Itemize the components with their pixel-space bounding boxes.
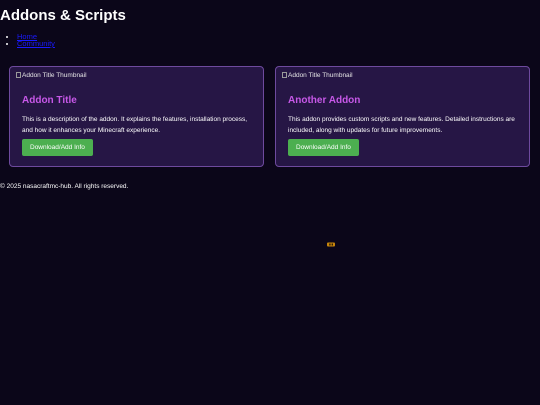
thumbnail-alt-text: Addon Title Thumbnail (288, 72, 353, 79)
addon-card: Addon Title Thumbnail Addon Title This i… (9, 66, 264, 167)
thumbnail-alt-text: Addon Title Thumbnail (22, 72, 87, 79)
addon-thumbnail: Addon Title Thumbnail (282, 72, 353, 80)
addon-description: This is a description of the addon. It e… (22, 114, 258, 136)
nav-menu: Home Community (0, 33, 55, 47)
nav-link-community[interactable]: Community (17, 39, 55, 48)
addon-description: This addon provides custom scripts and n… (288, 114, 524, 136)
addon-title: Addon Title (22, 95, 77, 107)
eye-icon[interactable] (327, 242, 335, 247)
broken-image-icon (16, 72, 21, 78)
download-button[interactable]: Download/Add Info (288, 139, 359, 156)
download-button[interactable]: Download/Add Info (22, 139, 93, 156)
addon-card: Addon Title Thumbnail Another Addon This… (275, 66, 530, 167)
addon-title: Another Addon (288, 95, 360, 107)
addon-thumbnail: Addon Title Thumbnail (16, 72, 87, 80)
page-title: Addons & Scripts (0, 7, 126, 25)
nav-item-community: Community (17, 40, 55, 47)
broken-image-icon (282, 72, 287, 78)
footer-copyright: © 2025 nasacraftmc-hub. All rights reser… (0, 183, 128, 191)
